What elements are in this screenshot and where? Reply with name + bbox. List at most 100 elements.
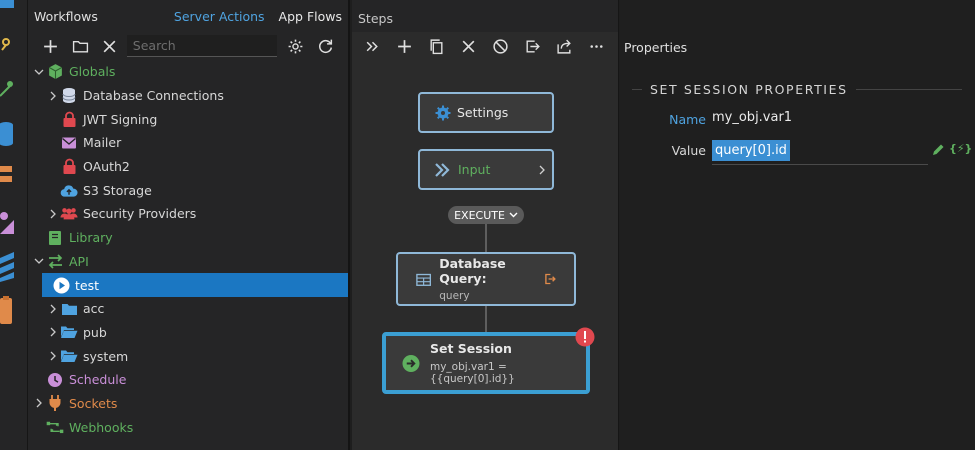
activity-item-database[interactable]	[0, 120, 14, 148]
chevron-right-icon[interactable]	[46, 349, 60, 363]
webhook-icon	[46, 418, 64, 436]
swap-icon	[46, 252, 64, 270]
delete-step-button[interactable]	[452, 34, 484, 58]
chevron-right-icon[interactable]	[46, 89, 60, 103]
activity-item-layers[interactable]	[0, 252, 14, 282]
share-button[interactable]	[548, 34, 580, 58]
copy-step-button[interactable]	[420, 34, 452, 58]
tree-item-mailer[interactable]: Mailer	[28, 131, 348, 155]
chevron-down-icon	[509, 212, 518, 218]
close-icon	[462, 40, 474, 52]
lock-icon	[60, 158, 78, 176]
tree-item-schedule[interactable]: Schedule	[28, 368, 348, 392]
tab-server-actions[interactable]: Server Actions	[174, 9, 265, 24]
workflows-panel: Workflows Server Actions App Flows Globa…	[28, 0, 350, 450]
cube-icon	[46, 63, 64, 81]
value-label: Value	[671, 143, 706, 158]
database-query-step-sub: query	[439, 290, 470, 302]
settings-step[interactable]: Settings	[418, 92, 554, 133]
plug-icon	[46, 394, 64, 412]
tree-item-database-connections[interactable]: Database Connections	[28, 84, 348, 108]
activity-bar	[0, 0, 28, 450]
add-button[interactable]	[36, 34, 66, 58]
properties-title: Properties	[624, 40, 688, 55]
execute-label: EXECUTE	[454, 208, 505, 222]
dynamic-data-button[interactable]: {⚡}	[949, 142, 972, 155]
section-divider	[855, 89, 962, 90]
tree-item-label: test	[75, 277, 100, 293]
steps-panel: Steps Settings Input EXECUTE Database Qu…	[352, 0, 619, 450]
tree-item-webhooks[interactable]: Webhooks	[28, 415, 348, 439]
activity-item-workflows[interactable]	[0, 34, 14, 52]
tree-item-globals[interactable]: Globals	[28, 60, 348, 84]
tab-app-flows[interactable]: App Flows	[279, 9, 342, 24]
delete-button[interactable]	[95, 34, 125, 58]
input-step[interactable]: Input	[418, 149, 554, 190]
workflows-toolbar	[28, 32, 348, 60]
double-chevron-right-icon	[435, 162, 450, 177]
add-step-button[interactable]	[388, 34, 420, 58]
tree-item-test[interactable]: test	[42, 273, 348, 297]
tree-item-label: Library	[69, 230, 113, 246]
search-input[interactable]	[126, 35, 277, 57]
tree-item-jwt-signing[interactable]: JWT Signing	[28, 107, 348, 131]
folder-open-icon	[60, 347, 78, 365]
chevron-right-icon[interactable]	[46, 325, 60, 339]
properties-section-header: SET SESSION PROPERTIES	[632, 82, 962, 97]
chevron-right-icon[interactable]	[46, 302, 60, 316]
workflow-tree: Globals Database Connections JWT Signing Ma…	[28, 60, 348, 439]
set-session-step-sub: my_obj.var1 = {{query[0].id}}	[429, 361, 515, 385]
chevron-down-icon[interactable]	[32, 65, 46, 79]
export-button[interactable]	[516, 34, 548, 58]
more-button[interactable]	[580, 34, 612, 58]
ellipsis-icon	[589, 44, 603, 48]
refresh-button[interactable]	[310, 34, 340, 58]
layers-icon	[0, 252, 14, 282]
value-field-selection: query[0].id	[712, 140, 790, 161]
plus-icon	[397, 39, 411, 53]
tree-item-label: S3 Storage	[83, 182, 152, 198]
execute-dropdown[interactable]: EXECUTE	[448, 206, 524, 224]
double-chevron-right-icon	[366, 41, 378, 51]
tree-item-label: OAuth2	[83, 159, 130, 175]
chevron-right-icon[interactable]	[32, 396, 46, 410]
database-icon	[0, 122, 13, 146]
play-icon	[52, 276, 70, 294]
add-folder-button[interactable]	[66, 34, 96, 58]
tree-item-library[interactable]: Library	[28, 226, 348, 250]
workflows-header: Workflows Server Actions App Flows	[28, 0, 348, 32]
activity-item-data[interactable]	[0, 78, 14, 100]
expand-steps-button[interactable]	[356, 34, 388, 58]
settings-button[interactable]	[281, 34, 311, 58]
tree-item-acc[interactable]: acc	[28, 297, 348, 321]
activity-item-pages[interactable]	[0, 0, 14, 14]
tree-item-api[interactable]: API	[28, 250, 348, 274]
tree-item-pub[interactable]: pub	[28, 321, 348, 345]
chevron-right-icon[interactable]	[46, 207, 60, 221]
gear-icon	[288, 39, 303, 53]
set-session-step[interactable]: Set Session my_obj.var1 = {{query[0].id}…	[382, 332, 590, 394]
tree-item-system[interactable]: system	[28, 344, 348, 368]
workflows-title: Workflows	[34, 8, 98, 24]
tree-item-sockets[interactable]: Sockets	[28, 392, 348, 416]
tree-item-security-providers[interactable]: Security Providers	[28, 202, 348, 226]
activity-item-security[interactable]	[0, 164, 14, 188]
database-query-step[interactable]: Database Query: query	[396, 252, 576, 306]
name-field[interactable]: my_obj.var1	[712, 110, 792, 125]
disable-step-button[interactable]	[484, 34, 516, 58]
folder-icon	[60, 300, 78, 318]
input-step-label: Input	[458, 162, 491, 177]
chevron-down-icon[interactable]	[32, 254, 46, 268]
error-icon[interactable]	[575, 327, 595, 347]
activity-item-users[interactable]	[0, 210, 14, 236]
tree-item-oauth2[interactable]: OAuth2	[28, 155, 348, 179]
flow-connector	[485, 224, 487, 253]
output-icon	[545, 273, 557, 285]
pencil-icon[interactable]	[931, 143, 945, 157]
activity-item-tasks[interactable]	[0, 296, 14, 326]
value-field[interactable]: query[0].id	[712, 139, 928, 165]
tree-item-s3-storage[interactable]: S3 Storage	[28, 178, 348, 202]
